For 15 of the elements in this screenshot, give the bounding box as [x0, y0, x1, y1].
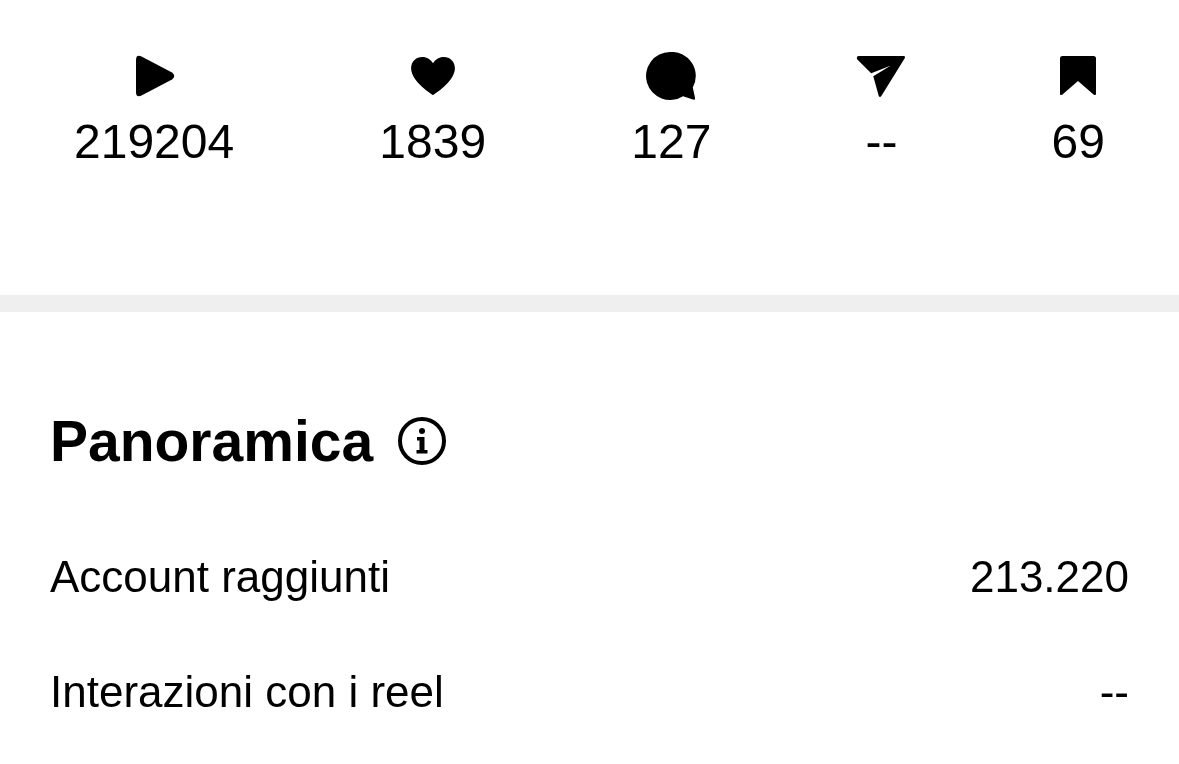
metric-value: 213.220: [969, 551, 1129, 603]
stat-count: --: [865, 114, 898, 170]
metric-value: --: [1099, 666, 1129, 718]
section-title: Panoramica: [50, 408, 374, 475]
stat-count: 1839: [379, 114, 487, 170]
paper-plane-icon: [856, 54, 907, 98]
stat-count: 69: [1051, 114, 1105, 170]
metric-label: Account raggiunti: [50, 551, 390, 603]
stat-count: 127: [631, 114, 712, 170]
heart-icon: [409, 56, 456, 96]
speech-bubble-icon: [646, 51, 697, 101]
stat-count: 219204: [74, 114, 235, 170]
metric-label: Interazioni con i reel: [50, 666, 444, 718]
info-icon[interactable]: [398, 417, 447, 465]
bookmark-icon: [1060, 56, 1097, 96]
